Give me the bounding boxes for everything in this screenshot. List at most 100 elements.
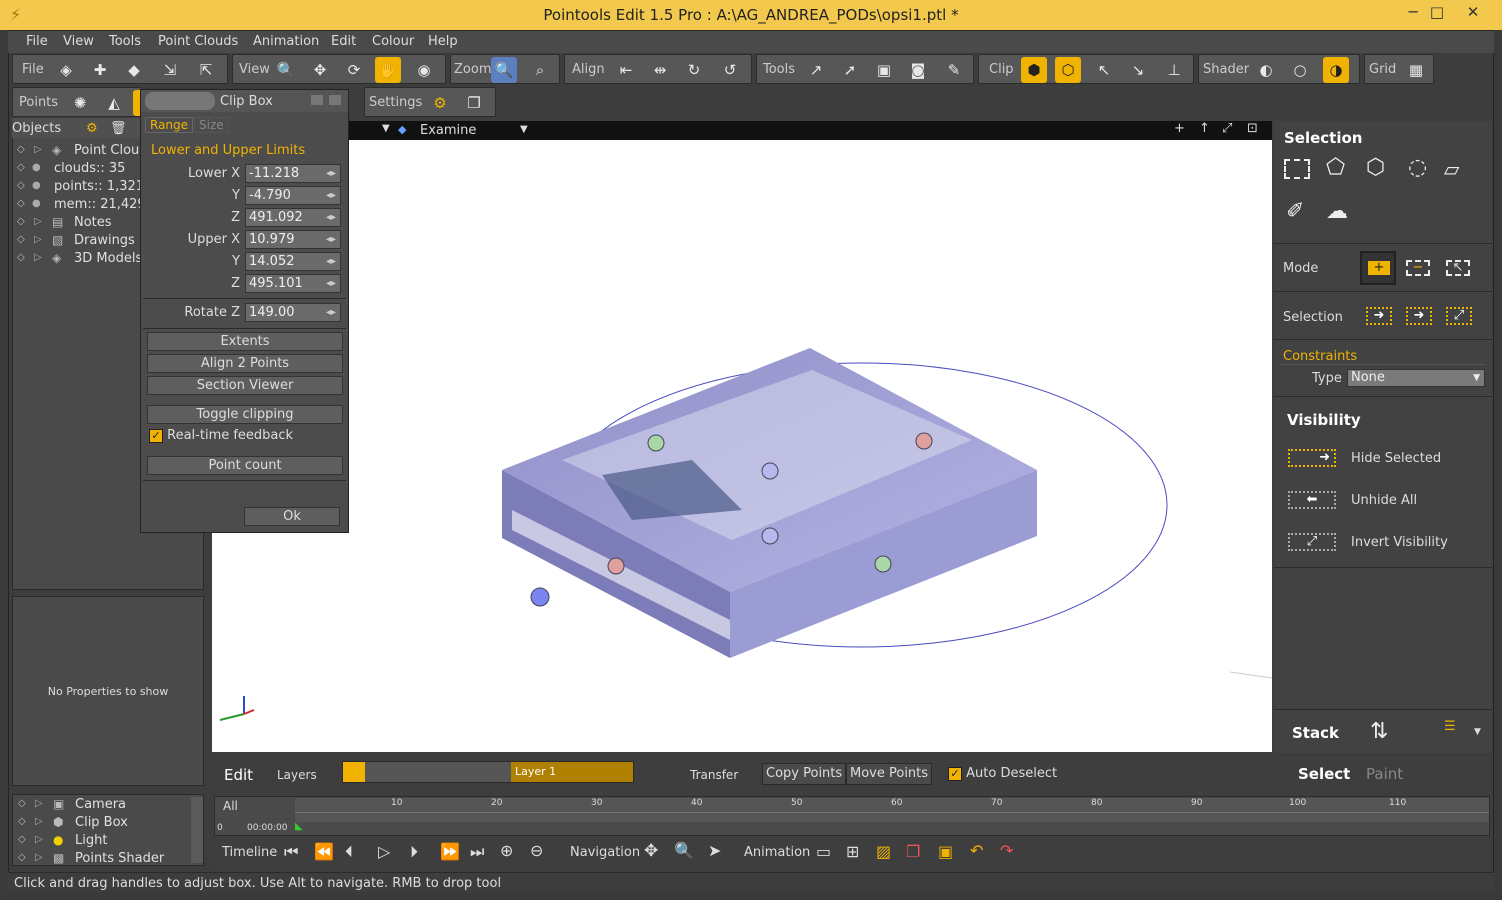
toggle-mode-icon[interactable]: ↖: [1446, 260, 1470, 276]
shader-light-icon[interactable]: ◑: [1323, 57, 1349, 83]
up-view-icon[interactable]: ↑: [1199, 121, 1210, 136]
open-project-icon[interactable]: ◆: [121, 57, 147, 83]
section-viewer-button[interactable]: Section Viewer: [147, 376, 343, 395]
mode-add-button[interactable]: +: [1360, 251, 1396, 285]
menu-help[interactable]: Help: [428, 34, 458, 49]
sphere-select-icon[interactable]: ◌: [1408, 155, 1427, 180]
select-tab[interactable]: Select: [1298, 765, 1350, 783]
select-all-icon[interactable]: ➜: [1366, 307, 1392, 325]
play-icon[interactable]: ▷: [378, 842, 390, 861]
menu-edit[interactable]: Edit: [331, 34, 356, 49]
brush-select-icon[interactable]: ✐: [1286, 199, 1304, 224]
prev-key-icon[interactable]: ⏪: [314, 842, 334, 861]
clip-handle-icon[interactable]: ↖: [1091, 57, 1117, 83]
object-prop-icon[interactable]: ⚙: [86, 121, 98, 136]
pan-icon[interactable]: ✥: [307, 57, 333, 83]
nav-pan-icon[interactable]: ✥: [644, 841, 658, 861]
pen-icon[interactable]: ✎: [941, 57, 967, 83]
menu-file[interactable]: File: [26, 34, 48, 49]
menu-tools[interactable]: Tools: [109, 34, 141, 49]
clip-box-close-icon[interactable]: [329, 95, 341, 105]
scene-canvas[interactable]: [212, 140, 1273, 752]
invert-visibility-button[interactable]: ⤢ Invert Visibility: [1288, 533, 1488, 555]
points-paint-icon[interactable]: ◭: [101, 90, 127, 116]
timeline-ruler[interactable]: 10 20 30 40 50 60 70 80 90 100 110: [295, 798, 1489, 822]
anim-export-icon[interactable]: ▣: [938, 842, 953, 861]
next-key-icon[interactable]: ⏩: [440, 842, 460, 861]
mode-dropdown-arrow-icon[interactable]: ▼: [520, 124, 528, 135]
align-axes-icon[interactable]: ⇹: [647, 57, 673, 83]
anim-frame-icon[interactable]: ▭: [816, 842, 831, 861]
clip-box-minimize-icon[interactable]: [311, 95, 323, 105]
scene-list-scrollbar[interactable]: [191, 797, 203, 863]
new-project-icon[interactable]: ◈: [53, 57, 79, 83]
add-view-icon[interactable]: +: [1174, 121, 1185, 136]
tab-size[interactable]: Size: [194, 117, 229, 133]
add-key-icon[interactable]: ⊕: [500, 841, 513, 860]
rotate-z-field[interactable]: 149.00 ◂▸: [245, 303, 341, 322]
hide-selected-button[interactable]: ➜ Hide Selected: [1288, 449, 1488, 471]
view-dropdown-arrow-icon[interactable]: ▼: [382, 123, 390, 134]
shader-shade-icon[interactable]: ○: [1287, 57, 1313, 83]
align-rotate-icon[interactable]: ↻: [681, 57, 707, 83]
redo-icon[interactable]: ↷: [1000, 841, 1013, 860]
zoom-region-icon[interactable]: ⌕: [527, 57, 553, 83]
lower-z-field[interactable]: 491.092 ◂▸: [245, 208, 341, 227]
anim-grid-icon[interactable]: ⊞: [846, 842, 859, 861]
ok-button[interactable]: Ok: [244, 507, 340, 526]
anim-image-icon[interactable]: ▨: [876, 842, 891, 861]
copy-points-button[interactable]: Copy Points: [762, 763, 847, 785]
paint-tab[interactable]: Paint: [1366, 765, 1403, 783]
upper-z-field[interactable]: 495.101 ◂▸: [245, 274, 341, 293]
snapshot-icon[interactable]: ▣: [871, 57, 897, 83]
menu-view[interactable]: View: [63, 34, 94, 49]
maximize-button[interactable]: □: [1422, 3, 1452, 23]
stack-list-icon[interactable]: ☰: [1444, 719, 1456, 734]
unhide-all-button[interactable]: ⬅ Unhide All: [1288, 491, 1488, 513]
maximize-view-icon[interactable]: ⤢: [1222, 121, 1232, 136]
lower-y-field[interactable]: -4.790 ◂▸: [245, 186, 341, 205]
timeline-track[interactable]: All 10 20 30 40 50 60 70 80 90 100 110 0…: [214, 796, 1490, 836]
measure-icon[interactable]: ↗: [803, 57, 829, 83]
windows-icon[interactable]: ❐: [461, 90, 487, 116]
menu-animation[interactable]: Animation: [253, 34, 319, 49]
deselect-icon[interactable]: ➜: [1406, 307, 1432, 325]
anim-layers-icon[interactable]: ❐: [906, 842, 920, 861]
zoom-fit-icon[interactable]: 🔍: [491, 57, 517, 83]
import-icon[interactable]: ⇲: [157, 57, 183, 83]
nav-pointer-icon[interactable]: ➤: [708, 841, 721, 860]
delete-icon[interactable]: 🗑: [110, 121, 127, 136]
navigation-mode[interactable]: Examine: [420, 123, 476, 138]
cloud-select-icon[interactable]: ☁: [1326, 199, 1348, 224]
clip-plane-icon[interactable]: ⬡: [1055, 57, 1081, 83]
stack-swap-icon[interactable]: ⇅: [1370, 719, 1388, 744]
upper-y-field[interactable]: 14.052 ◂▸: [245, 252, 341, 271]
layer-slot-active[interactable]: [343, 762, 365, 782]
fit-view-icon[interactable]: ⊡: [1247, 121, 1258, 136]
align-flip-icon[interactable]: ↺: [717, 57, 743, 83]
remove-key-icon[interactable]: ⊖: [530, 841, 543, 860]
layer-1[interactable]: Layer 1: [511, 762, 633, 782]
cube-select-icon[interactable]: ⬡: [1366, 155, 1385, 180]
plane-select-icon[interactable]: ▱: [1444, 157, 1459, 181]
clip-ground-icon[interactable]: ⊥: [1161, 57, 1187, 83]
settings-gear-icon[interactable]: ⚙: [427, 90, 453, 116]
close-button[interactable]: ✕: [1458, 3, 1488, 23]
rect-select-icon[interactable]: [1284, 159, 1310, 179]
pick-point-icon[interactable]: ➚: [837, 57, 863, 83]
go-end-icon[interactable]: ⏭: [470, 842, 484, 862]
hand-icon[interactable]: ✋: [375, 57, 401, 83]
3d-viewport[interactable]: [212, 140, 1273, 752]
points-light-icon[interactable]: ✺: [67, 90, 93, 116]
add-cloud-icon[interactable]: ✚: [87, 57, 113, 83]
shader-flat-icon[interactable]: ◐: [1253, 57, 1279, 83]
type-select[interactable]: None ▼: [1347, 369, 1485, 387]
realtime-feedback-checkbox[interactable]: ✓ Real-time feedback: [149, 428, 293, 443]
zoom-view-icon[interactable]: 🔍: [273, 57, 299, 83]
align-2-points-button[interactable]: Align 2 Points: [147, 354, 343, 373]
menu-point-clouds[interactable]: Point Clouds: [158, 34, 238, 49]
export-icon[interactable]: ⇱: [193, 57, 219, 83]
orbit-icon[interactable]: ◉: [411, 57, 437, 83]
align-left-icon[interactable]: ⇤: [613, 57, 639, 83]
playhead-icon[interactable]: ◣: [295, 821, 303, 832]
